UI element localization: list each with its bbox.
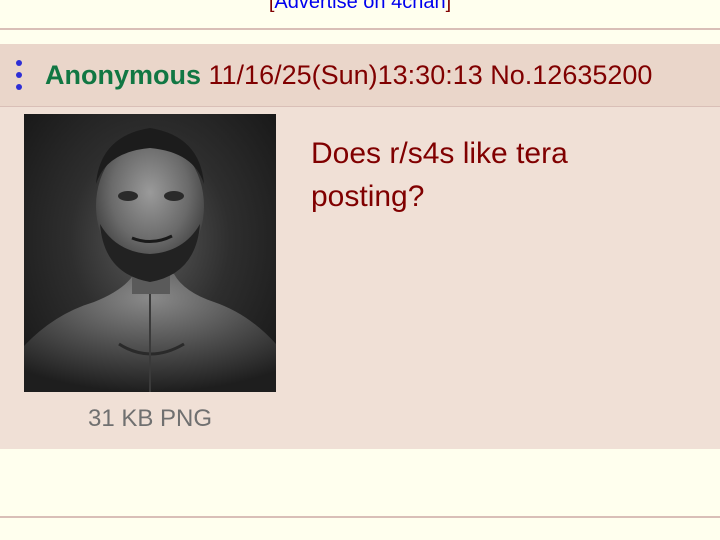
post-menu-icon[interactable] — [14, 60, 24, 90]
post-header: Anonymous 11/16/25(Sun)13:30:13 No.12635… — [0, 44, 720, 107]
post-datetime: 11/16/25(Sun)13:30:13 — [208, 60, 483, 90]
advertise-link-container: [Advertise on 4chan] — [0, 0, 720, 12]
file-info: 31 KB PNG — [87, 405, 213, 432]
divider-top — [0, 28, 720, 30]
post-info: Anonymous 11/16/25(Sun)13:30:13 No.12635… — [45, 59, 652, 91]
advertise-link[interactable]: Advertise on 4chan — [274, 0, 445, 13]
divider-bottom — [0, 516, 720, 518]
post-image-thumbnail[interactable] — [24, 114, 276, 392]
post-number[interactable]: No.12635200 — [490, 60, 652, 90]
portrait-image — [24, 128, 276, 392]
post-comment: Does r/s4s like tera posting? — [311, 137, 568, 213]
reply-post: Anonymous 11/16/25(Sun)13:30:13 No.12635… — [0, 44, 720, 449]
poster-name: Anonymous — [45, 60, 202, 90]
advertise-bracket-close: ] — [445, 0, 452, 13]
